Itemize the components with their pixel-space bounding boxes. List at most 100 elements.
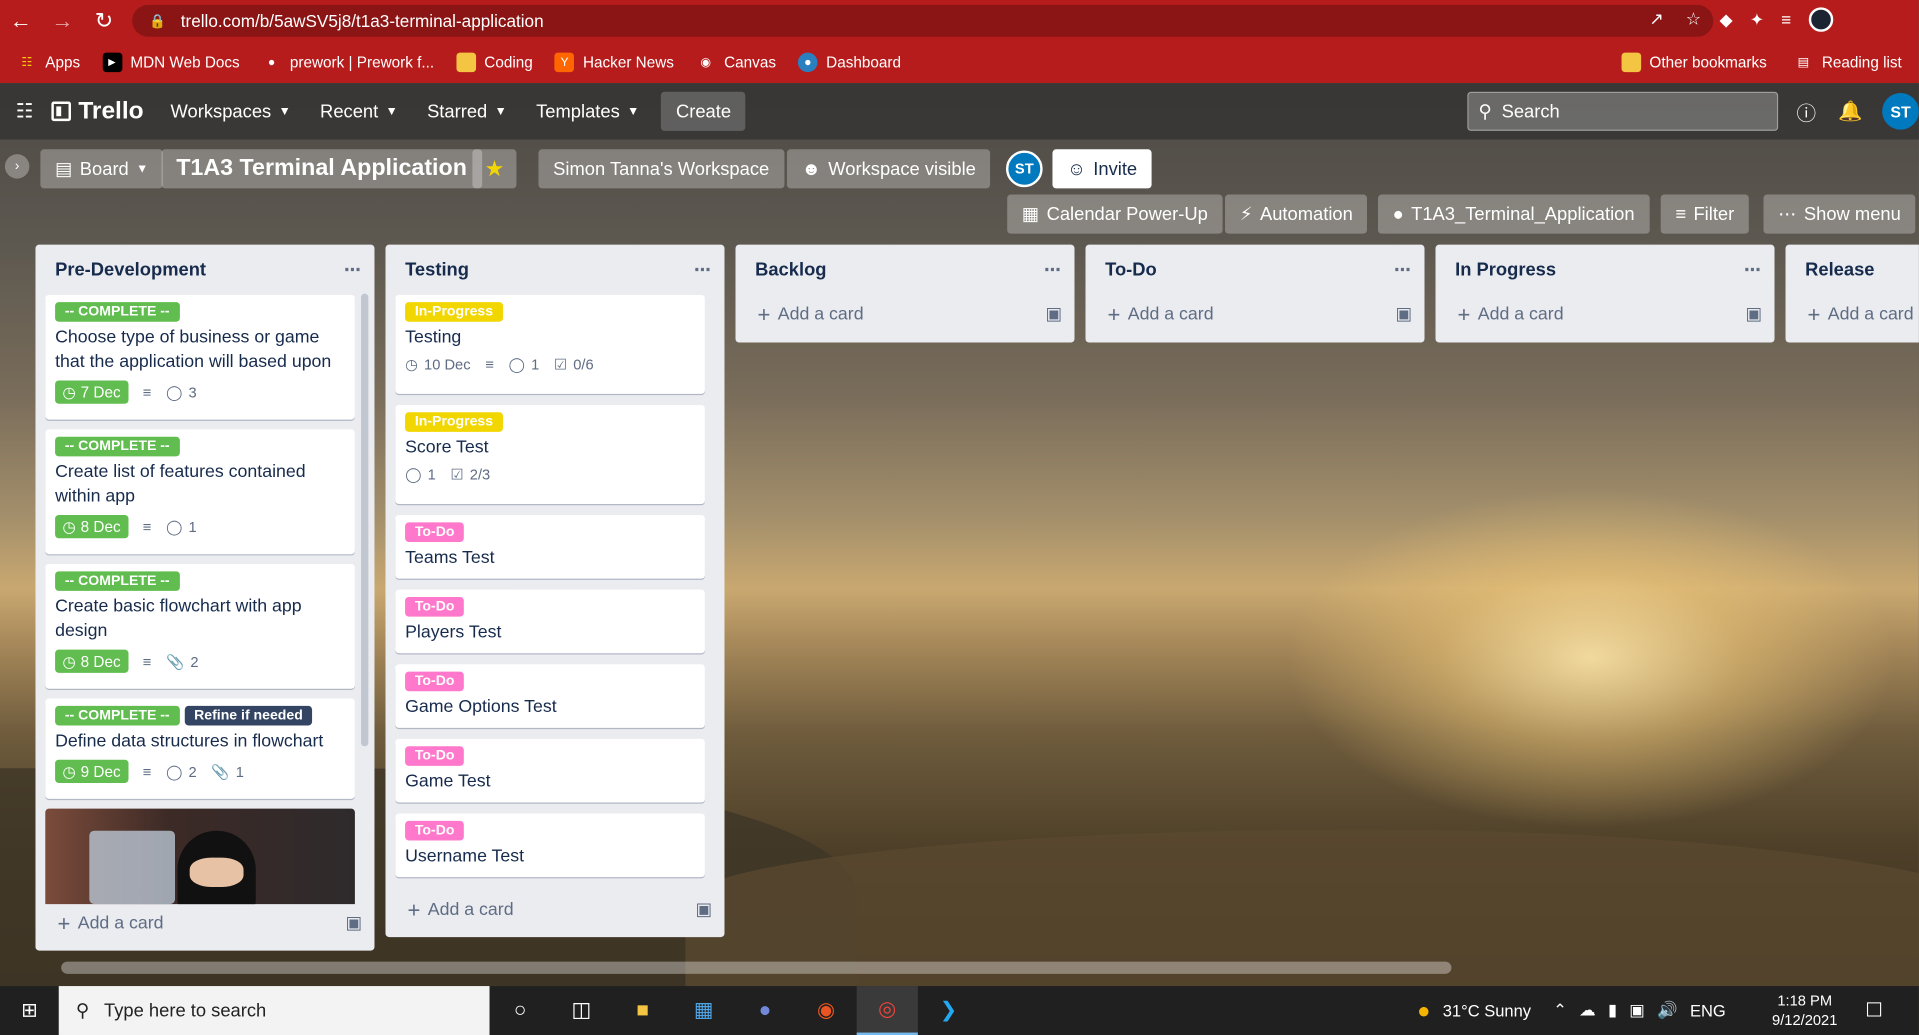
list-header[interactable]: Backlog ⋯ (736, 245, 1075, 294)
card-label[interactable]: To-Do (405, 522, 465, 542)
list-header[interactable]: Release (1786, 245, 1919, 294)
cortana-icon[interactable]: ○ (490, 986, 551, 1035)
bookmark-hacker-news[interactable]: Y Hacker News (554, 52, 674, 73)
list-header[interactable]: Pre-Development ⋯ (35, 245, 374, 294)
user-avatar[interactable]: ST (1882, 92, 1919, 130)
add-card-button[interactable]: + Add a card ▣ (385, 889, 724, 931)
sidebar-expand-icon[interactable]: › (4, 154, 30, 179)
due-date-badge[interactable]: ◷ 7 Dec (55, 380, 128, 404)
template-icon[interactable]: ▣ (695, 900, 712, 920)
volume-icon[interactable]: 🔊 (1657, 1001, 1678, 1021)
list-menu-icon[interactable]: ⋯ (1394, 259, 1412, 280)
windows-start-icon[interactable]: ⊞ (0, 986, 59, 1035)
template-icon[interactable]: ▣ (1395, 305, 1412, 325)
list-menu-icon[interactable]: ⋯ (694, 259, 712, 280)
list-title[interactable]: In Progress (1455, 259, 1556, 280)
card-label[interactable]: To-Do (405, 820, 465, 841)
list-title[interactable]: Release (1805, 259, 1874, 280)
list-title[interactable]: To-Do (1105, 259, 1157, 280)
star-board-button[interactable]: ★ (472, 149, 517, 189)
add-card-button[interactable]: + Add a card ▣ (1086, 294, 1425, 336)
reading-list-icon[interactable]: ≡ (1781, 10, 1791, 30)
bookmark-mdn[interactable]: ► MDN Web Docs (102, 52, 240, 73)
list-title[interactable]: Backlog (755, 259, 826, 280)
forward-icon[interactable]: → (42, 0, 84, 42)
card[interactable]: In-Progress Testing ◷ 10 Dec ≡ ◯ 1 ☑ 0/6 (395, 294, 705, 394)
chrome-icon[interactable]: ◎ (856, 986, 918, 1035)
menu-templates[interactable]: Templates ▼ (521, 91, 654, 133)
profile-icon[interactable] (1808, 7, 1833, 32)
store-icon[interactable]: ▦ (673, 986, 734, 1035)
list-menu-icon[interactable]: ⋯ (344, 259, 362, 280)
card-cover-image[interactable] (45, 808, 355, 905)
task-view-icon[interactable]: ◫ (551, 986, 612, 1035)
card-label[interactable]: -- COMPLETE -- (55, 571, 180, 591)
app-switcher-icon[interactable]: ☷ (0, 83, 49, 139)
invite-button[interactable]: ☺ Invite (1052, 149, 1152, 189)
clock[interactable]: 1:18 PM 9/12/2021 (1772, 991, 1837, 1030)
share-icon[interactable]: ↗ (1649, 9, 1663, 30)
card-label[interactable]: Refine if needed (184, 705, 313, 726)
workspace-button[interactable]: Simon Tanna's Workspace (538, 149, 784, 189)
card-label[interactable]: In-Progress (405, 302, 503, 322)
filter-button[interactable]: ≡ Filter (1660, 194, 1749, 234)
due-date-badge[interactable]: ◷ 9 Dec (55, 759, 128, 783)
add-card-button[interactable]: + Add a card (1786, 294, 1919, 336)
puzzle-icon[interactable]: ✦ (1750, 9, 1764, 30)
trello-logo[interactable]: Trello (49, 97, 156, 125)
card[interactable]: -- COMPLETE -- Choose type of business o… (45, 294, 355, 420)
member-avatar[interactable]: ST (1005, 150, 1043, 188)
automation-button[interactable]: ⚡ Automation (1225, 194, 1368, 234)
card-label[interactable]: To-Do (405, 597, 465, 617)
chevron-up-icon[interactable]: ⌃ (1553, 1001, 1567, 1021)
add-card-button[interactable]: + Add a card ▣ (35, 903, 374, 945)
create-button[interactable]: Create (661, 91, 746, 131)
list-menu-icon[interactable]: ⋯ (1044, 259, 1062, 280)
extension-icon[interactable]: ◆ (1719, 9, 1732, 30)
ubuntu-icon[interactable]: ◉ (795, 986, 856, 1035)
bookmark-other[interactable]: Other bookmarks (1621, 52, 1767, 73)
cloud-icon[interactable]: ☁ (1579, 1001, 1596, 1021)
bookmark-dashboard[interactable]: ● Dashboard (798, 52, 901, 73)
list-header[interactable]: Testing ⋯ (385, 245, 724, 294)
due-date-badge[interactable]: ◷ 8 Dec (55, 515, 128, 539)
add-card-button[interactable]: + Add a card ▣ (1436, 294, 1775, 336)
weather-text[interactable]: 31°C Sunny (1443, 1001, 1531, 1019)
notification-icon[interactable]: ☐ (1865, 998, 1883, 1022)
list-title[interactable]: Pre-Development (55, 259, 206, 280)
bookmark-reading-list[interactable]: ▤ Reading list (1794, 53, 1902, 73)
calendar-powerup-button[interactable]: ▦ Calendar Power-Up (1007, 194, 1223, 234)
menu-starred[interactable]: Starred ▼ (412, 91, 521, 133)
network-icon[interactable]: ▣ (1629, 1001, 1645, 1021)
list-header[interactable]: To-Do ⋯ (1086, 245, 1425, 294)
bookmark-coding[interactable]: Coding (456, 52, 533, 73)
menu-workspaces[interactable]: Workspaces ▼ (156, 91, 306, 133)
card[interactable]: -- COMPLETE -- Create list of features c… (45, 429, 355, 555)
bookmark-star-icon[interactable]: ☆ (1686, 9, 1701, 30)
card[interactable]: In-Progress Score Test ◯ 1 ☑ 2/3 (395, 404, 705, 505)
battery-icon[interactable]: ▮ (1608, 1001, 1617, 1021)
card-label[interactable]: -- COMPLETE -- (55, 436, 180, 457)
template-icon[interactable]: ▣ (345, 914, 362, 934)
list-title[interactable]: Testing (405, 259, 469, 280)
add-card-button[interactable]: + Add a card ▣ (736, 294, 1075, 336)
file-explorer-icon[interactable]: ■ (612, 986, 673, 1035)
info-icon[interactable]: ⓘ (1794, 99, 1818, 125)
reload-icon[interactable]: ↻ (83, 0, 125, 42)
card-label[interactable]: In-Progress (405, 412, 503, 432)
github-powerup-button[interactable]: ● T1A3_Terminal_Application (1377, 194, 1650, 234)
list-menu-icon[interactable]: ⋯ (1744, 259, 1762, 280)
template-icon[interactable]: ▣ (1746, 305, 1763, 325)
taskbar-search-input[interactable]: ⚲ Type here to search (58, 986, 490, 1035)
card[interactable]: To-Do Teams Test (395, 515, 705, 579)
board-title[interactable]: T1A3 Terminal Application (161, 149, 482, 189)
card[interactable]: -- COMPLETE -- Create basic flowchart wi… (45, 563, 355, 689)
list-header[interactable]: In Progress ⋯ (1436, 245, 1775, 294)
list-scrollbar[interactable] (361, 293, 369, 747)
back-icon[interactable]: ← (0, 0, 42, 42)
address-bar[interactable]: 🔒 trello.com/b/5awSV5j8/t1a3-terminal-ap… (132, 4, 1714, 37)
card[interactable]: To-Do Players Test (395, 589, 705, 654)
board-view-button[interactable]: ▤ Board ▼ (40, 149, 163, 189)
bookmark-apps[interactable]: ☷ Apps (17, 53, 80, 73)
search-input[interactable]: ⚲ Search (1467, 91, 1779, 131)
